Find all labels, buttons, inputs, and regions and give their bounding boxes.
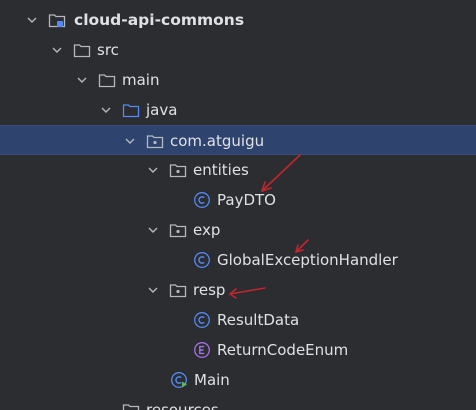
runnable-class-icon: [171, 372, 187, 388]
tree-row-java[interactable]: java: [0, 95, 476, 125]
package-icon: [169, 224, 187, 238]
tree-row-main-class[interactable]: Main: [0, 365, 476, 395]
project-tree: cloud-api-commons src main java com.atgu…: [0, 0, 476, 410]
tree-item-label: src: [97, 41, 119, 59]
tree-item-label: resp: [193, 281, 226, 299]
tree-row-com-atguigu[interactable]: com.atguigu: [0, 125, 476, 155]
tree-item-label: java: [146, 101, 178, 119]
folder-icon: [122, 404, 140, 410]
folder-icon: [73, 44, 91, 58]
tree-row-cloud-api-commons[interactable]: cloud-api-commons: [0, 5, 476, 35]
chevron-down-icon[interactable]: [76, 74, 88, 86]
chevron-down-icon[interactable]: [26, 14, 38, 26]
tree-row-src[interactable]: src: [0, 35, 476, 65]
tree-item-label: main: [122, 71, 160, 89]
chevron-down-icon[interactable]: [51, 44, 63, 56]
module-folder-icon: [48, 14, 66, 28]
tree-item-label: ResultData: [217, 311, 300, 329]
tree-row-entities[interactable]: entities: [0, 155, 476, 185]
tree-row-resources[interactable]: resources: [0, 395, 476, 410]
source-root-folder-icon: [122, 104, 140, 118]
chevron-down-icon[interactable]: [124, 135, 136, 147]
tree-item-label: cloud-api-commons: [74, 11, 245, 29]
tree-row-exp[interactable]: exp: [0, 215, 476, 245]
tree-row-resultdata[interactable]: ResultData: [0, 305, 476, 335]
tree-item-label: exp: [193, 221, 221, 239]
chevron-down-icon[interactable]: [147, 164, 159, 176]
tree-item-label: GlobalExceptionHandler: [217, 251, 398, 269]
tree-row-globalexceptionhandler[interactable]: GlobalExceptionHandler: [0, 245, 476, 275]
folder-icon: [98, 74, 116, 88]
package-icon: [169, 284, 187, 298]
class-icon: [194, 252, 210, 268]
tree-row-resp[interactable]: resp: [0, 275, 476, 305]
tree-item-label: entities: [193, 161, 249, 179]
tree-item-label: PayDTO: [217, 191, 276, 209]
tree-item-label: Main: [194, 371, 230, 389]
tree-row-returncodeenum[interactable]: ReturnCodeEnum: [0, 335, 476, 365]
class-icon: [194, 192, 210, 208]
enum-icon: [194, 342, 210, 358]
tree-item-label: resources: [146, 401, 219, 410]
tree-item-label: ReturnCodeEnum: [217, 341, 349, 359]
tree-row-paydto[interactable]: PayDTO: [0, 185, 476, 215]
chevron-down-icon[interactable]: [147, 224, 159, 236]
package-icon: [169, 164, 187, 178]
chevron-down-icon[interactable]: [147, 284, 159, 296]
chevron-down-icon[interactable]: [100, 104, 112, 116]
tree-item-label: com.atguigu: [170, 132, 265, 150]
class-icon: [194, 312, 210, 328]
package-icon: [146, 135, 164, 149]
tree-row-main[interactable]: main: [0, 65, 476, 95]
